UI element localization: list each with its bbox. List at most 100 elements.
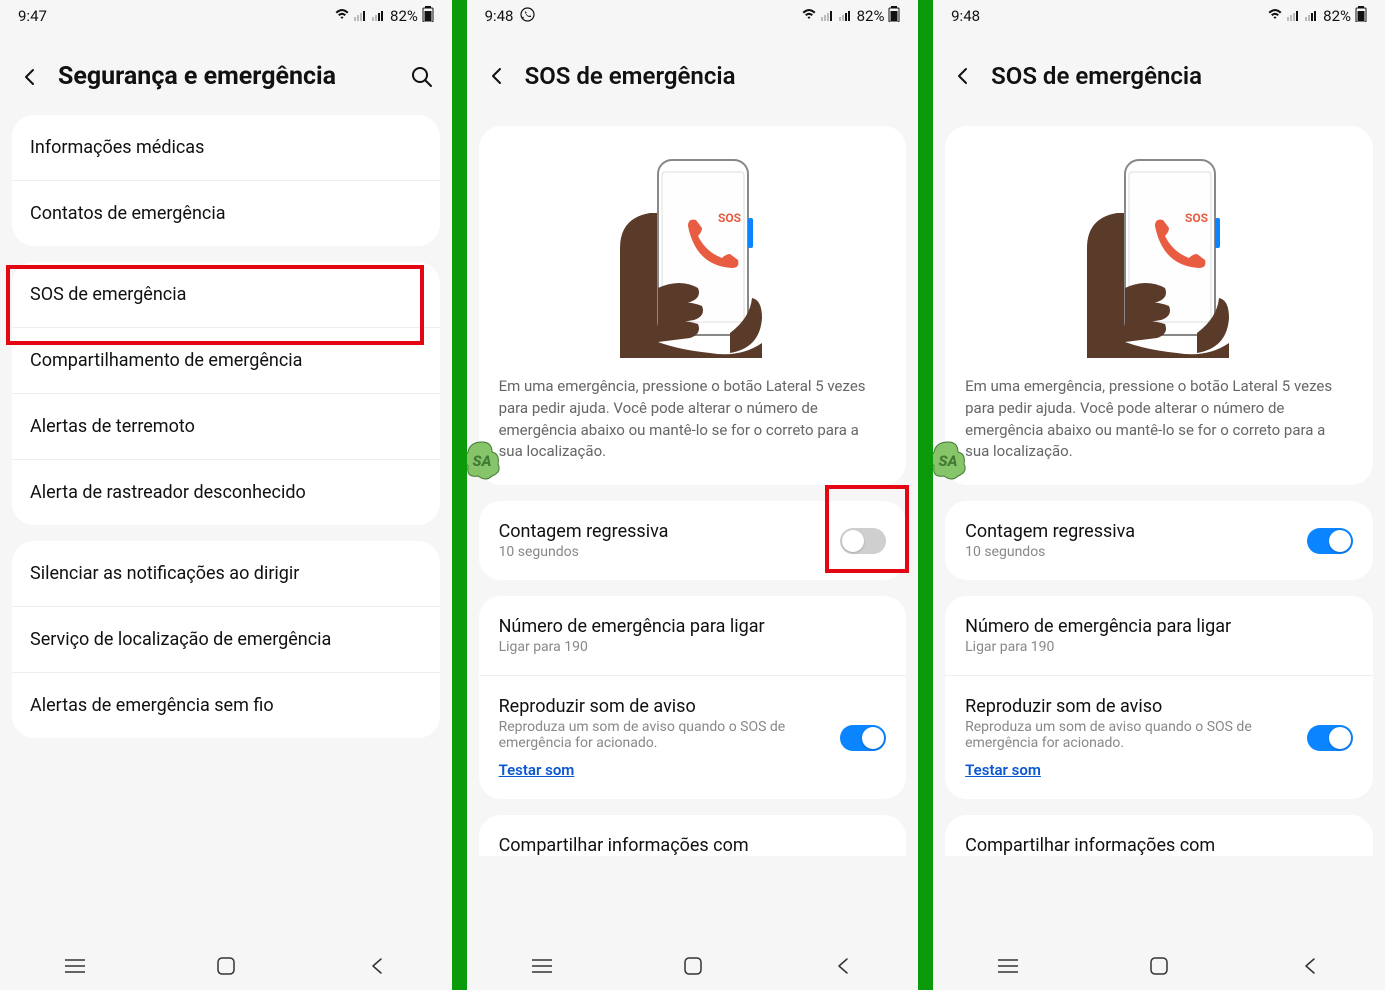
battery-percent: 82% (857, 7, 885, 25)
screen-2-sos-countdown-off: 9:48 82% SOS de emergência (467, 0, 919, 990)
status-time: 9:48 (951, 7, 980, 25)
warning-sound-row[interactable]: Reproduzir som de aviso Reproduza um som… (945, 676, 1373, 799)
warning-sound-toggle[interactable] (1307, 725, 1353, 751)
frame-separator (452, 0, 467, 990)
sos-label: SOS (718, 211, 741, 225)
nav-back-button[interactable] (1298, 954, 1322, 978)
countdown-toggle[interactable] (1307, 528, 1353, 554)
screen-1-safety-emergency: 9:47 82% Segurança e emergência Informaç… (0, 0, 452, 990)
nav-back-button[interactable] (831, 954, 855, 978)
settings-group-3: Silenciar as notificações ao dirigir Ser… (12, 541, 440, 738)
share-info-title: Compartilhar informações com (965, 835, 1353, 856)
page-title: SOS de emergência (525, 62, 901, 90)
battery-percent: 82% (390, 7, 418, 25)
wifi-icon (801, 7, 817, 25)
sos-info-card: SOS Em uma emergência, pressione o botão… (945, 126, 1373, 485)
warning-sound-title: Reproduzir som de aviso (499, 696, 841, 717)
warning-sound-row[interactable]: Reproduzir som de aviso Reproduza um som… (479, 676, 907, 799)
item-emergency-contacts[interactable]: Contatos de emergência (12, 181, 440, 246)
status-bar: 9:47 82% (0, 0, 452, 32)
emergency-number-row[interactable]: Número de emergência para ligar Ligar pa… (945, 596, 1373, 676)
signal-icon (821, 7, 835, 25)
svg-text:SOS: SOS (1185, 211, 1208, 225)
item-emergency-sharing[interactable]: Compartilhamento de emergência (12, 328, 440, 394)
signal-icon-2 (372, 7, 386, 25)
countdown-card: Contagem regressiva 10 segundos (945, 501, 1373, 580)
countdown-card: Contagem regressiva 10 segundos (479, 501, 907, 580)
page-title: Segurança e emergência (58, 62, 394, 91)
wifi-icon (1267, 7, 1283, 25)
navigation-bar (933, 942, 1385, 990)
sos-info-card: SOS Em uma emergência, pressione o botão… (479, 126, 907, 485)
sos-description: Em uma emergência, pressione o botão Lat… (499, 376, 887, 463)
item-earthquake-alerts[interactable]: Alertas de terremoto (12, 394, 440, 460)
countdown-title: Contagem regressiva (499, 521, 841, 542)
signal-icon (354, 7, 368, 25)
item-emergency-location[interactable]: Serviço de localização de emergência (12, 607, 440, 673)
recents-button[interactable] (996, 954, 1020, 978)
header: SOS de emergência (467, 32, 919, 114)
item-silence-driving[interactable]: Silenciar as notificações ao dirigir (12, 541, 440, 607)
countdown-sub: 10 segundos (965, 544, 1307, 560)
back-button[interactable] (18, 65, 42, 89)
warning-sound-title: Reproduzir som de aviso (965, 696, 1307, 717)
countdown-title: Contagem regressiva (965, 521, 1307, 542)
signal-icon-2 (839, 7, 853, 25)
home-button[interactable] (681, 954, 705, 978)
options-card: Número de emergência para ligar Ligar pa… (945, 596, 1373, 799)
emergency-number-title: Número de emergência para ligar (499, 616, 887, 637)
battery-percent: 82% (1323, 7, 1351, 25)
navigation-bar (0, 942, 452, 990)
signal-icon-2 (1305, 7, 1319, 25)
emergency-number-sub: Ligar para 190 (499, 639, 887, 655)
recents-button[interactable] (63, 954, 87, 978)
status-bar: 9:48 82% (933, 0, 1385, 32)
status-bar: 9:48 82% (467, 0, 919, 32)
search-button[interactable] (410, 65, 434, 89)
battery-icon (422, 6, 434, 26)
back-button[interactable] (485, 64, 509, 88)
item-sos-emergency[interactable]: SOS de emergência (12, 262, 440, 328)
warning-sound-sub: Reproduza um som de aviso quando o SOS d… (499, 719, 841, 751)
item-wireless-alerts[interactable]: Alertas de emergência sem fio (12, 673, 440, 738)
test-sound-link[interactable]: Testar som (499, 761, 575, 779)
home-button[interactable] (214, 954, 238, 978)
recents-button[interactable] (530, 954, 554, 978)
header: SOS de emergência (933, 32, 1385, 114)
frame-separator (918, 0, 933, 990)
emergency-number-row[interactable]: Número de emergência para ligar Ligar pa… (479, 596, 907, 676)
test-sound-link[interactable]: Testar som (965, 761, 1041, 779)
warning-sound-sub: Reproduza um som de aviso quando o SOS d… (965, 719, 1307, 751)
emergency-number-sub: Ligar para 190 (965, 639, 1353, 655)
item-unknown-tracker[interactable]: Alerta de rastreador desconhecido (12, 460, 440, 525)
countdown-row[interactable]: Contagem regressiva 10 segundos (479, 501, 907, 580)
home-button[interactable] (1147, 954, 1171, 978)
settings-group-2: SOS de emergência Compartilhamento de em… (12, 262, 440, 525)
share-info-title: Compartilhar informações com (499, 835, 887, 856)
svg-text:SA: SA (472, 452, 491, 470)
nav-back-button[interactable] (365, 954, 389, 978)
screen-3-sos-countdown-on: 9:48 82% SOS de emergência SOS (933, 0, 1385, 990)
item-medical-info[interactable]: Informações médicas (12, 115, 440, 181)
status-time: 9:47 (18, 7, 47, 25)
status-time: 9:48 (485, 7, 514, 25)
share-info-card-peek[interactable]: Compartilhar informações com (945, 815, 1373, 856)
countdown-row[interactable]: Contagem regressiva 10 segundos (945, 501, 1373, 580)
whatsapp-icon (520, 7, 535, 26)
countdown-toggle[interactable] (840, 528, 886, 554)
watermark-badge: SA (933, 440, 968, 480)
header: Segurança e emergência (0, 32, 452, 115)
sos-description: Em uma emergência, pressione o botão Lat… (965, 376, 1353, 463)
battery-icon (888, 6, 900, 26)
settings-group-1: Informações médicas Contatos de emergênc… (12, 115, 440, 246)
watermark-badge: SA (467, 440, 502, 480)
wifi-icon (334, 7, 350, 25)
options-card: Número de emergência para ligar Ligar pa… (479, 596, 907, 799)
warning-sound-toggle[interactable] (840, 725, 886, 751)
back-button[interactable] (951, 64, 975, 88)
battery-icon (1355, 6, 1367, 26)
sos-illustration: SOS (965, 148, 1353, 358)
page-title: SOS de emergência (991, 62, 1367, 90)
share-info-card-peek[interactable]: Compartilhar informações com (479, 815, 907, 856)
emergency-number-title: Número de emergência para ligar (965, 616, 1353, 637)
